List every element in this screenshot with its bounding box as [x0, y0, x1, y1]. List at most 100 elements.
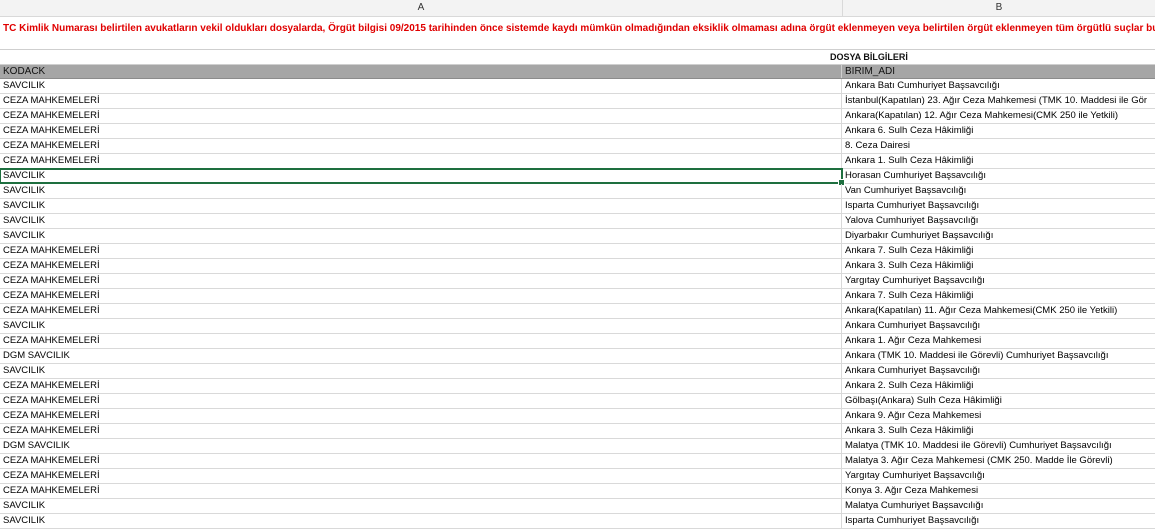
- cell-kodack[interactable]: CEZA MAHKEMELERİ: [0, 424, 842, 438]
- cell-kodack[interactable]: CEZA MAHKEMELERİ: [0, 454, 842, 468]
- warning-banner-cell[interactable]: TC Kimlik Numarası belirtilen avukatları…: [0, 17, 1155, 40]
- cell-kodack[interactable]: CEZA MAHKEMELERİ: [0, 109, 842, 123]
- cell-birim-adi[interactable]: Konya 3. Ağır Ceza Mahkemesi: [842, 484, 1155, 498]
- cell-kodack[interactable]: SAVCILIK: [0, 319, 842, 333]
- cell-birim-adi[interactable]: Ankara Cumhuriyet Başsavcılığı: [842, 364, 1155, 378]
- cell-birim-adi[interactable]: Malatya (TMK 10. Maddesi ile Görevli) Cu…: [842, 439, 1155, 453]
- table-row: SAVCILIK Isparta Cumhuriyet Başsavcılığı: [0, 199, 1155, 214]
- cell-birim-adi[interactable]: Malatya Cumhuriyet Başsavcılığı: [842, 499, 1155, 513]
- cell-kodack[interactable]: SAVCILIK: [0, 168, 843, 184]
- cell-kodack[interactable]: CEZA MAHKEMELERİ: [0, 304, 842, 318]
- cell-kodack[interactable]: CEZA MAHKEMELERİ: [0, 484, 842, 498]
- cell-birim-adi[interactable]: Ankara Batı Cumhuriyet Başsavcılığı: [842, 79, 1155, 93]
- table-row: CEZA MAHKEMELERİ Gölbaşı(Ankara) Sulh Cez…: [0, 394, 1155, 409]
- cell-birim-adi[interactable]: Ankara 6. Sulh Ceza Hâkimliği: [842, 124, 1155, 138]
- cell-birim-adi[interactable]: Ankara(Kapatılan) 12. Ağır Ceza Mahkemes…: [842, 109, 1155, 123]
- table-row: SAVCILIK Van Cumhuriyet Başsavcılığı: [0, 184, 1155, 199]
- cell-birim-adi[interactable]: Malatya 3. Ağır Ceza Mahkemesi (CMK 250.…: [842, 454, 1155, 468]
- table-row: SAVCILIK Ankara Cumhuriyet Başsavcılığı: [0, 319, 1155, 334]
- table-row: CEZA MAHKEMELERİ İstanbul(Kapatılan) 23. …: [0, 94, 1155, 109]
- cell-kodack[interactable]: SAVCILIK: [0, 364, 842, 378]
- table-row: CEZA MAHKEMELERİ Ankara 3. Sulh Ceza Hâki…: [0, 259, 1155, 274]
- header-cell-birim-adi[interactable]: BIRIM_ADI: [842, 65, 1155, 78]
- table-row: CEZA MAHKEMELERİ Ankara 1. Ağır Ceza Mahk…: [0, 334, 1155, 349]
- table-row: SAVCILIK Yalova Cumhuriyet Başsavcılığı: [0, 214, 1155, 229]
- cell-kodack[interactable]: SAVCILIK: [0, 79, 842, 93]
- table-row: CEZA MAHKEMELERİ Ankara(Kapatılan) 12. Ağ…: [0, 109, 1155, 124]
- cell-kodack[interactable]: CEZA MAHKEMELERİ: [0, 244, 842, 258]
- cell-birim-adi[interactable]: Yalova Cumhuriyet Başsavcılığı: [842, 214, 1155, 228]
- cell-kodack[interactable]: SAVCILIK: [0, 514, 842, 528]
- data-table: SAVCILIK Ankara Batı Cumhuriyet Başsavcıl…: [0, 79, 1155, 529]
- cell-kodack[interactable]: SAVCILIK: [0, 199, 842, 213]
- table-row: SAVCILIK Malatya Cumhuriyet Başsavcılığı: [0, 499, 1155, 514]
- table-row: CEZA MAHKEMELERİ Konya 3. Ağır Ceza Mahke…: [0, 484, 1155, 499]
- cell-birim-adi[interactable]: Ankara 3. Sulh Ceza Hâkimliği: [842, 259, 1155, 273]
- table-row: SAVCILIK Diyarbakır Cumhuriyet Başsavcılı…: [0, 229, 1155, 244]
- cell-birim-adi[interactable]: Horasan Cumhuriyet Başsavcılığı: [842, 169, 1155, 183]
- table-row: SAVCILIK Isparta Cumhuriyet Başsavcılığı: [0, 514, 1155, 529]
- cell-birim-adi[interactable]: Ankara (TMK 10. Maddesi ile Görevli) Cum…: [842, 349, 1155, 363]
- section-title-row[interactable]: DOSYA BİLGİLERİ: [0, 50, 1155, 65]
- cell-birim-adi[interactable]: Yargıtay Cumhuriyet Başsavcılığı: [842, 469, 1155, 483]
- column-header-a[interactable]: A: [0, 0, 843, 16]
- table-row: CEZA MAHKEMELERİ Ankara 7. Sulh Ceza Hâki…: [0, 244, 1155, 259]
- table-row: SAVCILIK Ankara Cumhuriyet Başsavcılığı: [0, 364, 1155, 379]
- table-row: DGM SAVCILIK Malatya (TMK 10. Maddesi ile…: [0, 439, 1155, 454]
- cell-kodack[interactable]: CEZA MAHKEMELERİ: [0, 334, 842, 348]
- cell-birim-adi[interactable]: Ankara 1. Ağır Ceza Mahkemesi: [842, 334, 1155, 348]
- cell-birim-adi[interactable]: Ankara Cumhuriyet Başsavcılığı: [842, 319, 1155, 333]
- cell-birim-adi[interactable]: Gölbaşı(Ankara) Sulh Ceza Hâkimliği: [842, 394, 1155, 408]
- table-row: SAVCILIK Ankara Batı Cumhuriyet Başsavcıl…: [0, 79, 1155, 94]
- cell-kodack[interactable]: CEZA MAHKEMELERİ: [0, 289, 842, 303]
- table-row: CEZA MAHKEMELERİ Malatya 3. Ağır Ceza Mah…: [0, 454, 1155, 469]
- cell-kodack[interactable]: CEZA MAHKEMELERİ: [0, 94, 842, 108]
- cell-kodack[interactable]: CEZA MAHKEMELERİ: [0, 394, 842, 408]
- table-row: CEZA MAHKEMELERİ Ankara 2. Sulh Ceza Hâki…: [0, 379, 1155, 394]
- cell-kodack[interactable]: SAVCILIK: [0, 499, 842, 513]
- table-row: CEZA MAHKEMELERİ Ankara 9. Ağır Ceza Mahk…: [0, 409, 1155, 424]
- cell-kodack[interactable]: SAVCILIK: [0, 214, 842, 228]
- cell-kodack[interactable]: CEZA MAHKEMELERİ: [0, 469, 842, 483]
- table-row: CEZA MAHKEMELERİ Ankara(Kapatılan) 11. Ağ…: [0, 304, 1155, 319]
- cell-birim-adi[interactable]: Ankara 9. Ağır Ceza Mahkemesi: [842, 409, 1155, 423]
- cell-birim-adi[interactable]: Ankara(Kapatılan) 11. Ağır Ceza Mahkemes…: [842, 304, 1155, 318]
- section-title: DOSYA BİLGİLERİ: [830, 52, 908, 62]
- empty-row[interactable]: [0, 40, 1155, 50]
- header-cell-kodack[interactable]: KODACK: [0, 65, 842, 78]
- cell-kodack[interactable]: CEZA MAHKEMELERİ: [0, 124, 842, 138]
- column-header-bar: A B: [0, 0, 1155, 17]
- cell-birim-adi[interactable]: Yargıtay Cumhuriyet Başsavcılığı: [842, 274, 1155, 288]
- table-row: DGM SAVCILIK Ankara (TMK 10. Maddesi ile …: [0, 349, 1155, 364]
- cell-kodack[interactable]: CEZA MAHKEMELERİ: [0, 274, 842, 288]
- table-row: CEZA MAHKEMELERİ Ankara 1. Sulh Ceza Hâki…: [0, 154, 1155, 169]
- cell-kodack[interactable]: SAVCILIK: [0, 184, 842, 198]
- table-row: CEZA MAHKEMELERİ Yargıtay Cumhuriyet Başs…: [0, 469, 1155, 484]
- cell-birim-adi[interactable]: Diyarbakır Cumhuriyet Başsavcılığı: [842, 229, 1155, 243]
- cell-kodack[interactable]: CEZA MAHKEMELERİ: [0, 379, 842, 393]
- table-row: CEZA MAHKEMELERİ 8. Ceza Dairesi: [0, 139, 1155, 154]
- table-row: CEZA MAHKEMELERİ Ankara 7. Sulh Ceza Hâki…: [0, 289, 1155, 304]
- cell-kodack[interactable]: DGM SAVCILIK: [0, 349, 842, 363]
- cell-kodack[interactable]: CEZA MAHKEMELERİ: [0, 259, 842, 273]
- cell-kodack[interactable]: CEZA MAHKEMELERİ: [0, 409, 842, 423]
- cell-birim-adi[interactable]: Isparta Cumhuriyet Başsavcılığı: [842, 199, 1155, 213]
- table-row: CEZA MAHKEMELERİ Yargıtay Cumhuriyet Başs…: [0, 274, 1155, 289]
- cell-kodack[interactable]: CEZA MAHKEMELERİ: [0, 154, 842, 168]
- table-row: SAVCILIK Horasan Cumhuriyet Başsavcılığı: [0, 168, 1155, 186]
- table-header-row: KODACK BIRIM_ADI: [0, 65, 1155, 79]
- cell-birim-adi[interactable]: Ankara 7. Sulh Ceza Hâkimliği: [842, 289, 1155, 303]
- cell-birim-adi[interactable]: Van Cumhuriyet Başsavcılığı: [842, 184, 1155, 198]
- column-header-b[interactable]: B: [843, 0, 1155, 16]
- table-row: CEZA MAHKEMELERİ Ankara 6. Sulh Ceza Hâki…: [0, 124, 1155, 139]
- cell-birim-adi[interactable]: Ankara 1. Sulh Ceza Hâkimliği: [842, 154, 1155, 168]
- cell-birim-adi[interactable]: İstanbul(Kapatılan) 23. Ağır Ceza Mahkem…: [842, 94, 1155, 108]
- cell-birim-adi[interactable]: Isparta Cumhuriyet Başsavcılığı: [842, 514, 1155, 528]
- cell-kodack[interactable]: SAVCILIK: [0, 229, 842, 243]
- cell-birim-adi[interactable]: Ankara 2. Sulh Ceza Hâkimliği: [842, 379, 1155, 393]
- cell-kodack[interactable]: DGM SAVCILIK: [0, 439, 842, 453]
- cell-birim-adi[interactable]: Ankara 3. Sulh Ceza Hâkimliği: [842, 424, 1155, 438]
- cell-kodack[interactable]: CEZA MAHKEMELERİ: [0, 139, 842, 153]
- cell-birim-adi[interactable]: 8. Ceza Dairesi: [842, 139, 1155, 153]
- cell-birim-adi[interactable]: Ankara 7. Sulh Ceza Hâkimliği: [842, 244, 1155, 258]
